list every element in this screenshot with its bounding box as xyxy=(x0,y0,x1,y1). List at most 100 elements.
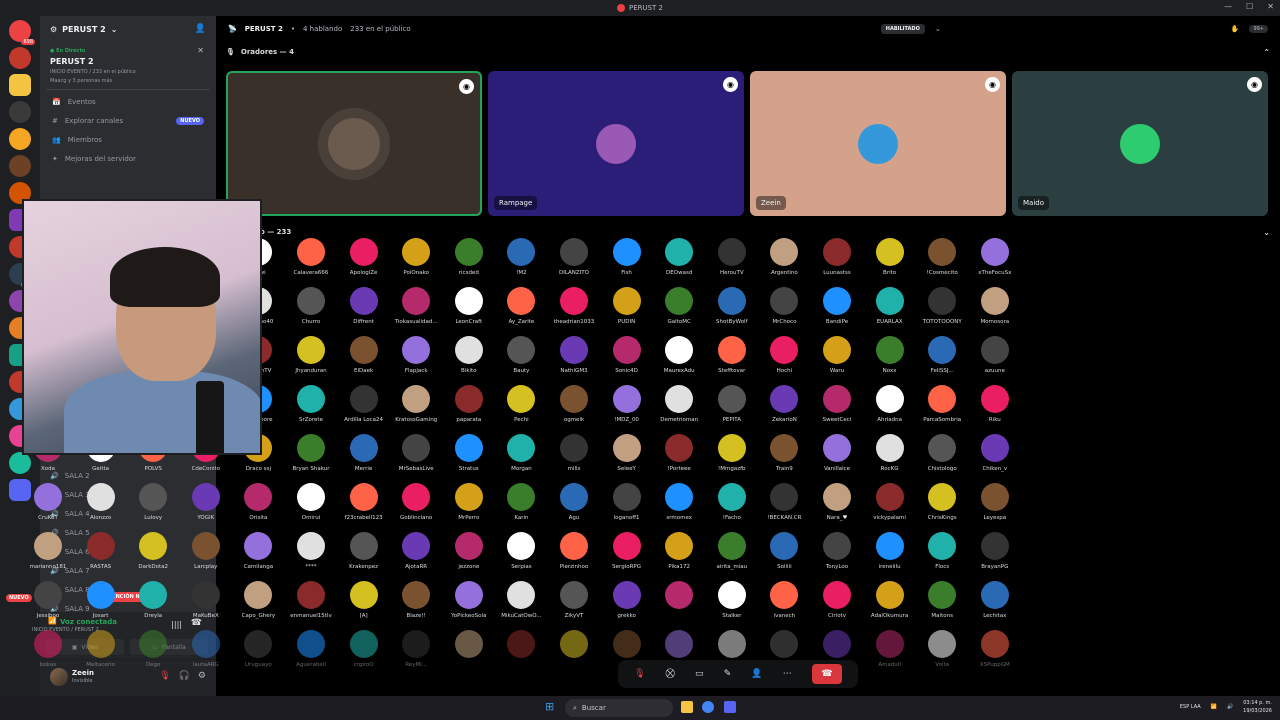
audience-member[interactable]: Sonic4D xyxy=(601,336,653,385)
audience-member[interactable]: Uruguayo xyxy=(232,630,284,679)
server-header[interactable]: ⚙ PERUST 2 ⌄ 👤 xyxy=(40,16,216,42)
audience-member[interactable]: Flocs xyxy=(916,532,968,581)
audience-member[interactable]: Brito xyxy=(864,238,916,287)
audience-member[interactable]: grekko xyxy=(601,581,653,630)
audience-member[interactable]: Amadull xyxy=(864,630,916,679)
maximize-icon[interactable]: ☐ xyxy=(1246,2,1253,11)
audience-member[interactable]: Blaze!! xyxy=(390,581,442,630)
audience-member[interactable] xyxy=(443,630,495,679)
audience-member[interactable]: ChrisKings xyxy=(916,483,968,532)
audience-member[interactable]: PUDÍN xyxy=(601,287,653,336)
audience-member[interactable]: Serpias xyxy=(495,532,547,581)
audience-member[interactable]: Train9 xyxy=(758,434,810,483)
invite-icon[interactable]: 👤 xyxy=(751,669,762,679)
volume-icon[interactable]: ◉ xyxy=(723,77,738,92)
members-count[interactable]: 99+ xyxy=(1249,25,1268,33)
audience-member[interactable]: SweetCeci xyxy=(811,385,863,434)
audience-member[interactable]: XSPuppGM xyxy=(969,630,1021,679)
audience-member[interactable]: !Facho xyxy=(706,483,758,532)
audience-member[interactable]: Flapjack xyxy=(390,336,442,385)
speaker-tile[interactable]: ◉ Rampage xyxy=(488,71,744,216)
audience-member[interactable]: Waru xyxy=(811,336,863,385)
audience-member[interactable]: Luunastss xyxy=(811,238,863,287)
audience-member[interactable]: Agu xyxy=(548,483,600,532)
audience-member[interactable]: Hochi xyxy=(758,336,810,385)
audience-member[interactable]: Lechitax xyxy=(969,581,1021,630)
windows-start-icon[interactable]: ⊞ xyxy=(545,701,557,713)
speaker-tile[interactable]: ◉ xyxy=(226,71,482,216)
clock[interactable]: 03:14 p. m. 19/03/2026 xyxy=(1243,699,1272,715)
audience-member[interactable]: Stefftovar xyxy=(706,336,758,385)
audience-member[interactable]: jezzone xyxy=(443,532,495,581)
audience-member[interactable]: RASTAS xyxy=(75,532,127,581)
nav-item[interactable]: ✦ Mejoras del servidor xyxy=(40,149,216,168)
audience-member[interactable]: loganoff1 xyxy=(601,483,653,532)
audience-member[interactable]: MaKuBeX xyxy=(180,581,232,630)
audience-member[interactable]: Maitons xyxy=(916,581,968,630)
audience-member[interactable]: FeliSSJ... xyxy=(916,336,968,385)
server-icon[interactable] xyxy=(9,47,31,69)
audience-member[interactable]: Calavera666 xyxy=(285,238,337,287)
audience-member[interactable] xyxy=(548,630,600,679)
mic-muted-icon[interactable]: 🎙 xyxy=(634,669,645,679)
audience-member[interactable]: Riku xyxy=(969,385,1021,434)
audience-member[interactable]: BandiPe xyxy=(811,287,863,336)
screen-share-icon[interactable]: ▭ xyxy=(695,669,704,679)
audience-member[interactable]: Jessiboo xyxy=(22,581,74,630)
audience-member[interactable]: srmomex xyxy=(653,483,705,532)
audience-member[interactable]: ricsded xyxy=(443,238,495,287)
audience-member[interactable]: DEOwasd xyxy=(653,238,705,287)
server-icon[interactable] xyxy=(9,128,31,150)
audience-member[interactable]: enmanuel15tlv xyxy=(285,581,337,630)
audience-member[interactable]: Chistologo xyxy=(916,434,968,483)
camera-off-icon[interactable]: ⛒ xyxy=(666,669,675,679)
audience-member[interactable]: Larcplay xyxy=(180,532,232,581)
audience-member[interactable]: SergioRPG xyxy=(601,532,653,581)
chrome-icon[interactable] xyxy=(702,701,714,713)
audience-member[interactable]: Alonzzo xyxy=(75,483,127,532)
audience-member[interactable]: PEPITA xyxy=(706,385,758,434)
volume-icon[interactable]: ◉ xyxy=(985,77,1000,92)
audience-member[interactable]: Dreyla xyxy=(127,581,179,630)
audience-member[interactable]: !MDZ_00 xyxy=(601,385,653,434)
discord-icon[interactable] xyxy=(724,701,736,713)
server-icon[interactable] xyxy=(9,74,31,96)
audience-member[interactable]: azuune xyxy=(969,336,1021,385)
wifi-icon[interactable]: 📶 xyxy=(1211,704,1217,710)
nav-item[interactable]: # Explorar canales NUEVO xyxy=(40,111,216,130)
folder-icon[interactable] xyxy=(681,701,693,713)
audience-member[interactable]: NathiGM3 xyxy=(548,336,600,385)
audience-member[interactable]: ZekarioN xyxy=(758,385,810,434)
audience-member[interactable]: ParcaSombria xyxy=(916,385,968,434)
audience-member[interactable]: Fish xyxy=(601,238,653,287)
audience-member[interactable]: milis xyxy=(548,434,600,483)
audience-member[interactable]: LeonCraft xyxy=(443,287,495,336)
audience-member[interactable]: crgiroO xyxy=(338,630,390,679)
audience-member[interactable]: Dego xyxy=(127,630,179,679)
audience-member[interactable]: ElDaek xyxy=(338,336,390,385)
audience-member[interactable]: paparata xyxy=(443,385,495,434)
audience-member[interactable]: Camilanga xyxy=(232,532,284,581)
audience-member[interactable]: !Mmgazfb xyxy=(706,434,758,483)
taskbar-search[interactable]: ⌕ Buscar xyxy=(565,699,673,717)
audience-member[interactable]: Pika172 xyxy=(653,532,705,581)
audience-member[interactable]: bokas xyxy=(22,630,74,679)
audience-member[interactable]: Jhyanduran xyxy=(285,336,337,385)
audience-member[interactable]: !Cosmecito xyxy=(916,238,968,287)
audience-member[interactable]: SrZorete xyxy=(285,385,337,434)
audience-member[interactable]: Bryan Shakur xyxy=(285,434,337,483)
speakers-header[interactable]: 🎙 Oradores — 4 ⌃ xyxy=(216,42,1280,62)
audience-member[interactable]: Chiken_v xyxy=(969,434,1021,483)
audience-member[interactable]: EUARLAX xyxy=(864,287,916,336)
audience-member[interactable] xyxy=(653,581,705,630)
audience-member[interactable]: Ardilla Loca24 xyxy=(338,385,390,434)
audience-member[interactable]: Stalker xyxy=(706,581,758,630)
audience-member[interactable]: MrChoco xyxy=(758,287,810,336)
nav-item[interactable]: 👥 Miembros xyxy=(40,130,216,149)
audience-member[interactable]: Demetrioman xyxy=(653,385,705,434)
audience-member[interactable]: Bauty xyxy=(495,336,547,385)
server-icon[interactable] xyxy=(9,101,31,123)
audience-member[interactable]: Bikito xyxy=(443,336,495,385)
audience-member[interactable]: Karin xyxy=(495,483,547,532)
audience-member[interactable]: Morgan xyxy=(495,434,547,483)
